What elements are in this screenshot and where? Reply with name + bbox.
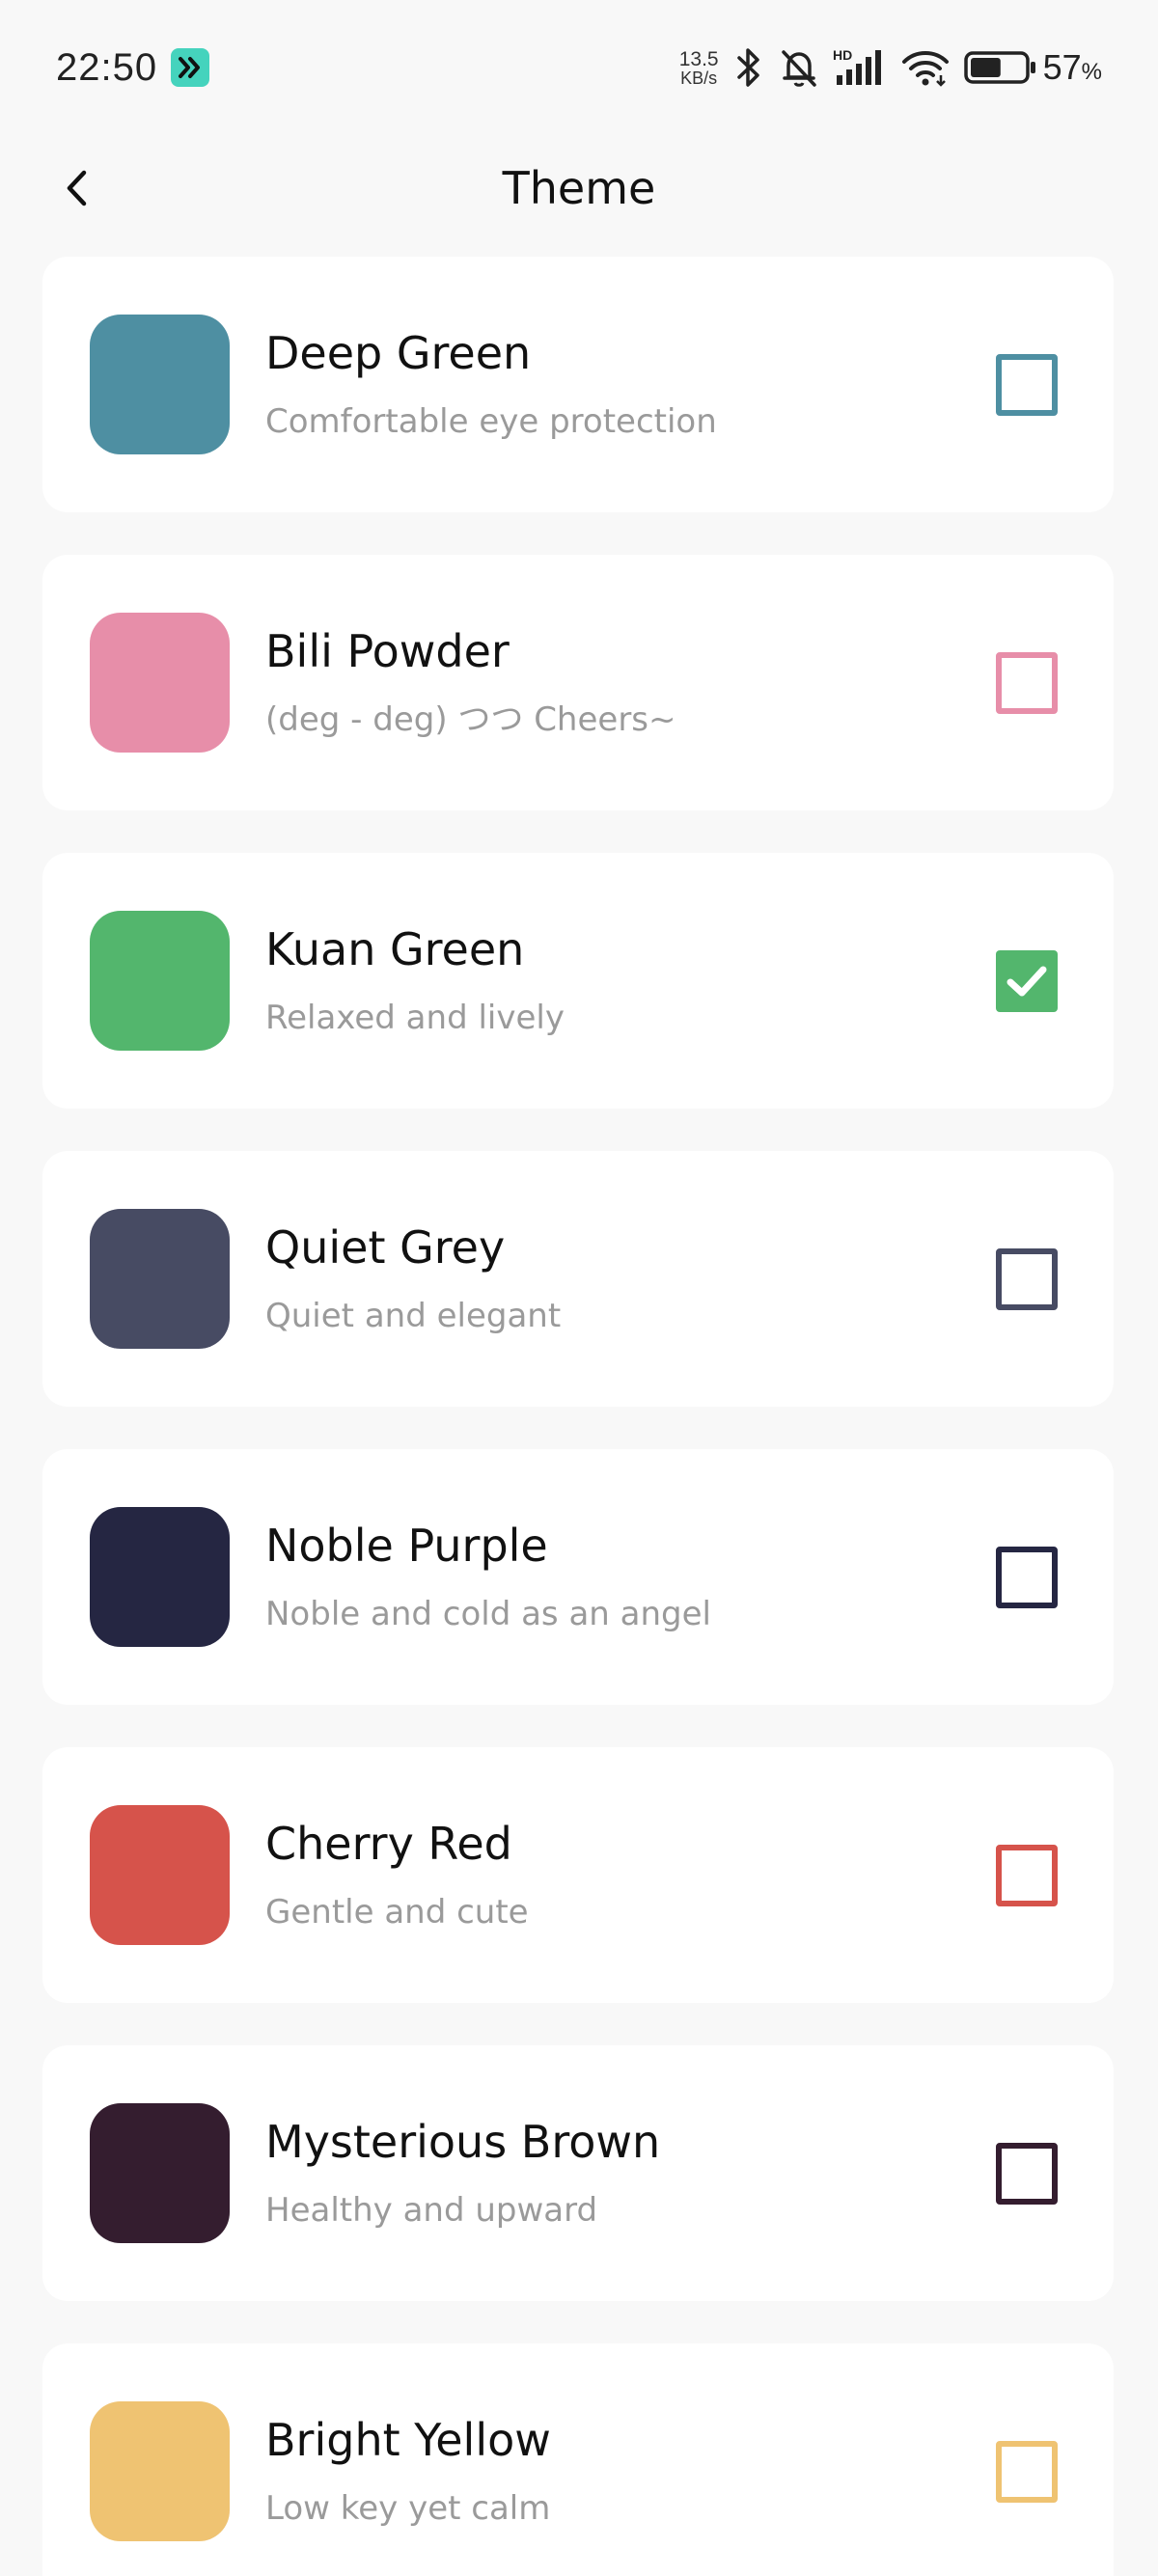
theme-text: Noble Purple Noble and cold as an angel — [265, 1521, 711, 1633]
theme-color-swatch — [90, 2103, 230, 2243]
bell-muted-icon — [779, 46, 819, 89]
battery: 57% — [963, 47, 1102, 88]
theme-name: Mysterious Brown — [265, 2115, 661, 2168]
theme-option[interactable]: Noble Purple Noble and cold as an angel — [42, 1449, 1114, 1705]
theme-description: (deg - deg) つつ Cheers~ — [265, 700, 676, 740]
theme-description: Gentle and cute — [265, 1893, 529, 1932]
theme-option[interactable]: Cherry Red Gentle and cute — [42, 1747, 1114, 2003]
theme-text: Kuan Green Relaxed and lively — [265, 922, 565, 1038]
battery-percentage: 57% — [1043, 47, 1102, 88]
theme-option[interactable]: Deep Green Comfortable eye protection — [42, 257, 1114, 512]
theme-color-swatch — [90, 315, 230, 454]
network-speed-value: 13.5 — [678, 47, 719, 70]
theme-color-swatch — [90, 1209, 230, 1349]
theme-checkbox[interactable] — [996, 1247, 1058, 1310]
theme-name: Deep Green — [265, 326, 532, 379]
page-title: Theme — [502, 162, 656, 214]
theme-option[interactable]: Bili Powder (deg - deg) つつ Cheers~ — [42, 555, 1114, 810]
theme-color-swatch — [90, 1805, 230, 1945]
theme-name: Quiet Grey — [265, 1220, 506, 1274]
app-header: Theme — [0, 135, 1158, 241]
theme-description: Noble and cold as an angel — [265, 1595, 711, 1634]
theme-checkbox[interactable] — [996, 2440, 1058, 2503]
clock: 22:50 — [56, 45, 158, 89]
theme-checkbox[interactable] — [996, 2142, 1058, 2205]
theme-name: Bili Powder — [265, 624, 510, 677]
theme-name: Kuan Green — [265, 922, 525, 975]
theme-text: Quiet Grey Quiet and elegant — [265, 1220, 562, 1336]
theme-color-swatch — [90, 911, 230, 1051]
theme-text: Cherry Red Gentle and cute — [265, 1817, 529, 1932]
theme-text: Bili Powder (deg - deg) つつ Cheers~ — [265, 624, 676, 740]
theme-checkbox[interactable] — [996, 1546, 1058, 1608]
theme-description: Comfortable eye protection — [265, 402, 717, 442]
network-speed: 13.5 KB/s — [679, 49, 719, 87]
theme-list: Deep Green Comfortable eye protection Bili… — [42, 257, 1114, 2576]
wifi-icon — [900, 46, 951, 89]
status-left: 22:50 — [56, 45, 210, 90]
theme-color-swatch — [90, 1507, 230, 1647]
theme-option[interactable]: Kuan Green Relaxed and lively — [42, 853, 1114, 1109]
theme-color-swatch — [90, 613, 230, 753]
network-type-label: HD — [833, 47, 852, 63]
battery-fill — [970, 58, 1001, 77]
theme-option[interactable]: Mysterious Brown Healthy and upward — [42, 2045, 1114, 2301]
theme-description: Healthy and upward — [265, 2191, 598, 2231]
theme-option[interactable]: Quiet Grey Quiet and elegant — [42, 1151, 1114, 1407]
theme-checkbox-checked[interactable] — [996, 949, 1058, 1012]
checkmark-icon — [1006, 966, 1047, 996]
status-bar: 22:50 13.5 KB/s HD 57% — [0, 0, 1158, 135]
battery-percent-unit: % — [1081, 59, 1102, 85]
status-right: 13.5 KB/s HD 57% — [679, 46, 1102, 89]
theme-option[interactable]: Bright Yellow Low key yet calm — [42, 2343, 1114, 2576]
battery-percent-value: 57 — [1042, 47, 1082, 87]
cellular-signal-icon: HD — [833, 46, 887, 89]
theme-checkbox[interactable] — [996, 1844, 1058, 1906]
theme-text: Bright Yellow Low key yet calm — [265, 2413, 551, 2529]
app-notification-icon — [171, 48, 210, 87]
theme-description: Relaxed and lively — [265, 999, 565, 1038]
theme-color-swatch — [90, 2401, 230, 2541]
theme-name: Noble Purple — [265, 1519, 548, 1572]
network-speed-unit: KB/s — [680, 68, 718, 88]
back-button[interactable] — [48, 159, 106, 217]
bluetooth-icon — [732, 46, 765, 89]
theme-name: Cherry Red — [265, 1817, 512, 1870]
theme-description: Quiet and elegant — [265, 1297, 562, 1336]
theme-description: Low key yet calm — [265, 2489, 551, 2529]
chevron-left-icon — [67, 170, 87, 206]
theme-checkbox[interactable] — [996, 353, 1058, 416]
theme-text: Mysterious Brown Healthy and upward — [265, 2115, 661, 2231]
theme-checkbox[interactable] — [996, 651, 1058, 714]
theme-name: Bright Yellow — [265, 2413, 551, 2466]
theme-text: Deep Green Comfortable eye protection — [265, 326, 717, 442]
